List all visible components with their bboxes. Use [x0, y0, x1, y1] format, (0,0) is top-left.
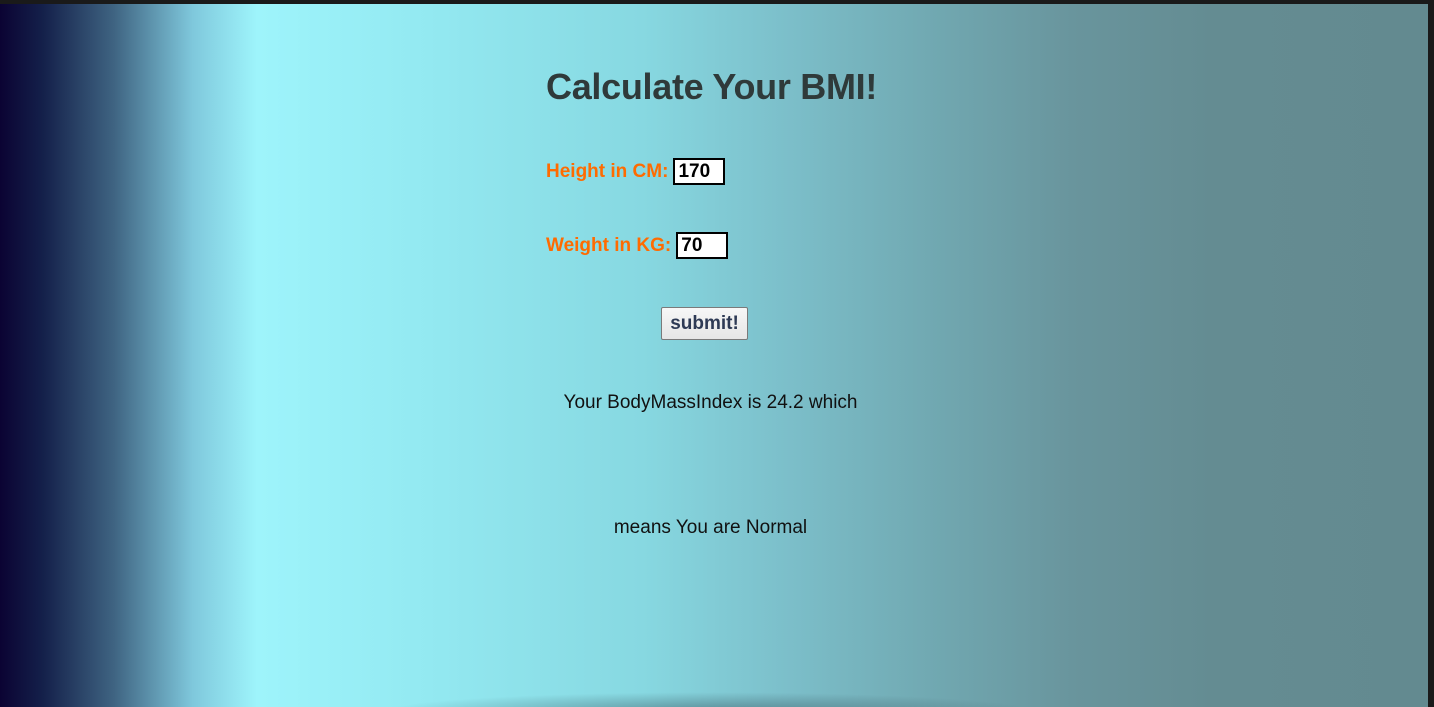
window-edge — [1428, 0, 1434, 707]
submit-button[interactable]: submit! — [661, 307, 748, 340]
height-label: Height in CM: — [546, 160, 669, 182]
page-title: Calculate Your BMI! — [546, 66, 878, 107]
bmi-result-text: Your BodyMassIndex is 24.2 which — [563, 392, 858, 413]
weight-label: Weight in KG: — [546, 234, 672, 256]
bmi-category-text: means You are Normal — [613, 517, 808, 538]
height-input[interactable] — [673, 158, 726, 185]
weight-field-row: Weight in KG: — [546, 232, 729, 259]
page-background: Calculate Your BMI! Height in CM: Weight… — [0, 4, 1428, 707]
height-field-row: Height in CM: — [546, 158, 726, 185]
bottom-shadow — [380, 692, 1040, 707]
weight-input[interactable] — [676, 232, 729, 259]
